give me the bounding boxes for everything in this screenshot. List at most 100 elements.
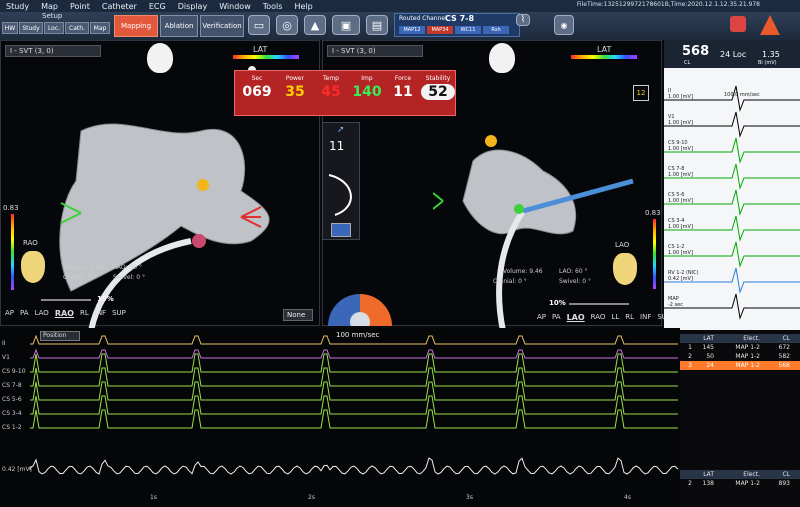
image-icon[interactable]: ▭ [248, 15, 270, 35]
view-ll-right[interactable]: LL [611, 313, 619, 322]
lat-header-cell: CL [782, 335, 790, 342]
study-button[interactable]: Study [19, 22, 43, 34]
view-rao-left[interactable]: RAO [55, 309, 74, 318]
transparency-slider-right[interactable] [569, 303, 629, 305]
lat-scale-top-right: 0.83 [645, 209, 661, 217]
wifi-icon: ⌇ [516, 14, 530, 26]
setup-label: Setup [42, 12, 63, 20]
cycle-length-value: 568 [682, 44, 710, 59]
screen-icon[interactable]: ▤ [366, 15, 388, 35]
ablation-imp: Imp 140 [351, 75, 383, 100]
menu-window[interactable]: Window [213, 2, 257, 11]
view-inf-left[interactable]: INF [95, 309, 106, 318]
hw-button[interactable]: HW [2, 22, 18, 34]
menu-study[interactable]: Study [0, 2, 35, 11]
mapping-tab[interactable]: Mapping [114, 15, 158, 37]
routed-option-2[interactable]: MAP34 [427, 26, 453, 34]
loc-button[interactable]: Loc. [44, 22, 64, 34]
view-ap-left[interactable]: AP [5, 309, 14, 318]
egm-lead-label: 0.42 [mV] [2, 466, 32, 473]
map-button[interactable]: Map [90, 22, 110, 34]
view-lao-right[interactable]: LAO [567, 313, 585, 322]
lat-cell: 893 [778, 480, 790, 487]
point-count-badge[interactable]: 12 [633, 85, 649, 101]
egm-lead-label: CS 1-2 [2, 424, 22, 431]
ablation-stability-title: Stability [425, 75, 451, 82]
display-dropdown[interactable]: None [283, 309, 313, 321]
menu-ecg[interactable]: ECG [143, 2, 172, 11]
transparency-percent-left: 10% [97, 295, 114, 303]
ablation-temp: Temp 45 [315, 75, 347, 100]
time-tick-4: 4s [624, 494, 631, 501]
egm-trace-5 [30, 395, 678, 415]
transparency-slider-left[interactable] [41, 299, 91, 301]
menu-catheter[interactable]: Catheter [96, 2, 143, 11]
routed-option-3[interactable]: WC11 [455, 26, 481, 34]
cath-button[interactable]: Cath. [65, 22, 89, 34]
ablation-tab[interactable]: Ablation [160, 15, 198, 37]
ablation-power: Power 35 [279, 75, 311, 100]
menu-help[interactable]: Help [288, 2, 318, 11]
menu-point[interactable]: Point [64, 2, 96, 11]
view-sup-left[interactable]: SUP [112, 309, 126, 318]
lao-angle-readout: LAO: 60 ° [559, 268, 588, 275]
view-pa-left[interactable]: PA [20, 309, 29, 318]
intracardiac-gain-label: 1.00 [mV] [668, 120, 693, 126]
contact-gauge [328, 294, 392, 326]
arrow-icon: ➚ [337, 125, 345, 135]
bipolar-units: Bi (mV) [758, 60, 777, 66]
view-rao-right[interactable]: RAO [591, 313, 606, 322]
menu-display[interactable]: Display [172, 2, 214, 11]
egm-selector[interactable]: Position [40, 331, 80, 341]
egm-speed[interactable]: 100 mm/sec [336, 331, 379, 339]
navigate-icon[interactable]: ▲ [304, 15, 326, 35]
projection-label-left: RAO [23, 239, 38, 247]
camera-icon[interactable]: ▣ [332, 15, 360, 35]
view-inf-right[interactable]: INF [640, 313, 651, 322]
lat-header-cell: Elect. [743, 335, 760, 342]
intracardiac-gain-label: 1.00 [mV] [668, 94, 693, 100]
map-selector-left[interactable]: I - SVT (3, 0) [5, 45, 101, 57]
warning-icon[interactable] [760, 15, 780, 35]
menu-tools[interactable]: Tools [257, 2, 289, 11]
intracardiac-trace-8 [664, 293, 800, 320]
routed-option-1[interactable]: MAP12 [399, 26, 425, 34]
ablation-temp-title: Temp [323, 75, 339, 82]
verification-tab[interactable]: Verification [200, 15, 244, 37]
table-row[interactable]: 2 50 MAP 1-2 582 [680, 352, 800, 361]
lat-cell: 672 [778, 344, 790, 351]
ablation-power-value: 35 [285, 84, 305, 100]
egm-traces [29, 334, 679, 475]
menu-map[interactable]: Map [35, 2, 64, 11]
lat-scale-bar-right [653, 219, 656, 289]
table-row[interactable]: 2 138 MAP 1-2 893 [680, 479, 800, 488]
target-icon[interactable]: ◎ [276, 15, 298, 35]
projection-label-right: LAO [615, 241, 630, 249]
intracardiac-gain-label: 1.00 [mV] [668, 250, 693, 256]
monitor-icon[interactable]: ◉ [554, 15, 574, 35]
view-rl-left[interactable]: RL [80, 309, 89, 318]
view-lao-left[interactable]: LAO [35, 309, 49, 318]
ablation-tag-marker[interactable] [197, 179, 209, 191]
map-selector-right[interactable]: I - SVT (3, 0) [327, 45, 423, 57]
table-row[interactable]: 1 145 MAP 1-2 672 [680, 343, 800, 352]
routed-option-4[interactable]: Rsh [483, 26, 509, 34]
catheter-force-panel: ➚ 11 [322, 122, 360, 240]
view-buttons-right: AP PA LAO RAO LL RL INF SUP [537, 313, 671, 322]
lat-cell: 24 [706, 362, 714, 369]
routed-channel-value[interactable]: CS 7-8 [445, 14, 474, 23]
view-rl-right[interactable]: RL [625, 313, 634, 322]
lat-cell: 1 [688, 344, 692, 351]
lat-header-cell: Elect. [743, 471, 760, 478]
lat-header-cell: LAT [703, 335, 714, 342]
view-pa-right[interactable]: PA [552, 313, 561, 322]
lat-cell: MAP 1-2 [735, 362, 760, 369]
view-ap-right[interactable]: AP [537, 313, 546, 322]
catheter-lock-icon[interactable] [331, 223, 351, 237]
table-row[interactable]: 3 24 MAP 1-2 568 [680, 361, 800, 370]
lat-scale-bar-left [11, 214, 14, 290]
time-tick-1: 1s [150, 494, 157, 501]
record-icon[interactable] [730, 16, 746, 32]
intracardiac-gain-label: 0.42 [mV] [668, 276, 693, 282]
heart-orientation-icon-right [613, 253, 637, 285]
